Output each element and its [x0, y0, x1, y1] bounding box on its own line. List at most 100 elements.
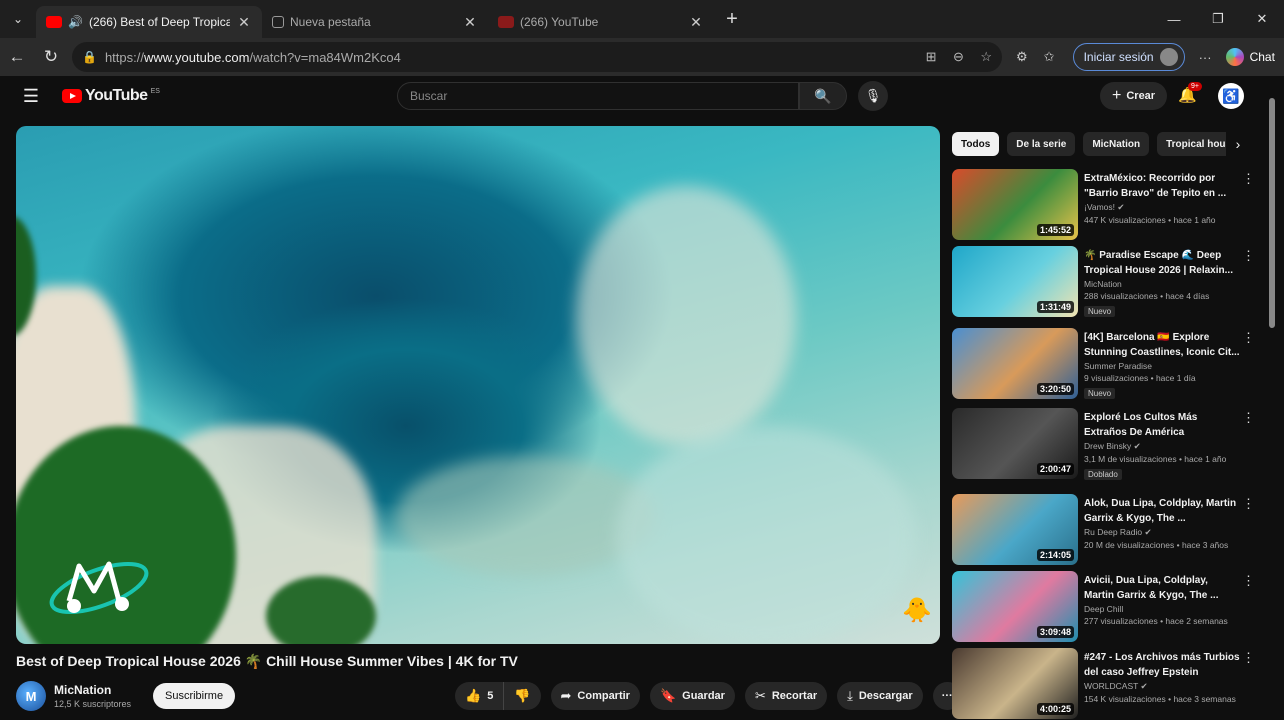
- recommendation-title[interactable]: #247 - Los Archivos más Turbios del caso…: [1084, 650, 1240, 680]
- extensions-icon[interactable]: ⚙: [1016, 49, 1028, 65]
- notifications-bell-icon[interactable]: 🔔 9+: [1178, 82, 1202, 104]
- like-count: 5: [487, 690, 494, 702]
- more-vertical-icon[interactable]: ⋮: [1242, 410, 1255, 426]
- recommendation-title[interactable]: Exploré Los Cultos Más Extraños De Améri…: [1084, 410, 1240, 440]
- recommendation-item[interactable]: 3:20:50 [4K] Barcelona 🇪🇸 Explore Stunnin…: [952, 328, 1255, 400]
- more-vertical-icon[interactable]: ⋮: [1242, 330, 1255, 346]
- recommendation-channel[interactable]: WORLDCAST ✔: [1084, 681, 1240, 692]
- video-player[interactable]: 🐥: [16, 126, 940, 644]
- recommendation-channel[interactable]: Drew Binsky ✔: [1084, 441, 1240, 452]
- plus-icon: +: [1112, 87, 1122, 104]
- recommendation-title[interactable]: 🌴 Paradise Escape 🌊 Deep Tropical House …: [1084, 248, 1240, 278]
- zoom-icon[interactable]: ⊖: [953, 49, 964, 64]
- bookmark-icon: 🔖: [659, 688, 677, 703]
- speaker-icon[interactable]: 🔊: [68, 15, 83, 29]
- video-frame-reef: [396, 456, 656, 576]
- app-available-icon[interactable]: ⊞: [926, 49, 937, 64]
- share-button[interactable]: ➦ Compartir: [550, 682, 640, 710]
- search-box[interactable]: [397, 82, 799, 110]
- recommendation-item[interactable]: 2:14:05 Alok, Dua Lipa, Coldplay, Martin …: [952, 494, 1255, 566]
- like-button[interactable]: 👍 5: [455, 682, 505, 710]
- copilot-icon: [1225, 48, 1244, 66]
- recommendation-item[interactable]: 1:31:49 🌴 Paradise Escape 🌊 Deep Tropical…: [952, 246, 1255, 318]
- create-label: Crear: [1126, 90, 1156, 102]
- recommendation-title[interactable]: Alok, Dua Lipa, Coldplay, Martin Garrix …: [1084, 496, 1240, 526]
- recommendation-title[interactable]: ExtraMéxico: Recorrido por "Barrio Bravo…: [1084, 171, 1240, 201]
- signin-button[interactable]: Iniciar sesión: [1072, 43, 1185, 71]
- hamburger-menu-icon[interactable]: ☰: [0, 86, 62, 107]
- recommendation-channel[interactable]: Deep Chill: [1084, 604, 1240, 614]
- recommendation-stats: 9 visualizaciones • hace 1 día: [1084, 373, 1196, 383]
- chip-all[interactable]: Todos: [952, 132, 1000, 156]
- recommendation-thumbnail[interactable]: 1:45:52: [952, 169, 1078, 240]
- new-tab-plus-icon[interactable]: +: [714, 8, 750, 31]
- more-vertical-icon[interactable]: ⋮: [1242, 248, 1255, 264]
- download-button[interactable]: ⤓ Descargar: [837, 682, 923, 710]
- favorites-icon[interactable]: ✩: [1044, 49, 1055, 65]
- tab-youtube-video[interactable]: 🔊 (266) Best of Deep Tropical House 2026…: [36, 6, 262, 38]
- recommendation-thumbnail[interactable]: 2:14:05: [952, 494, 1078, 565]
- more-vertical-icon[interactable]: ⋮: [1242, 650, 1255, 666]
- chip-series[interactable]: De la serie: [1007, 132, 1076, 156]
- recommendation-stats: 3,1 M de visualizaciones • hace 1 año: [1084, 454, 1227, 464]
- search-button[interactable]: 🔍: [799, 82, 847, 110]
- more-menu-icon[interactable]: ···: [1199, 50, 1212, 65]
- favorite-star-icon[interactable]: ☆: [980, 49, 992, 64]
- clip-label: Recortar: [771, 690, 818, 702]
- recommendation-thumbnail[interactable]: 4:00:25: [952, 648, 1078, 719]
- clip-button[interactable]: ✂ Recortar: [744, 682, 828, 710]
- restore-icon[interactable]: ❐: [1196, 0, 1240, 38]
- more-vertical-icon[interactable]: ⋮: [1242, 171, 1255, 187]
- recommendation-item[interactable]: 4:00:25 #247 - Los Archivos más Turbios d…: [952, 648, 1255, 720]
- recommendation-item[interactable]: 3:09:48 Avicii, Dua Lipa, Coldplay, Marti…: [952, 571, 1255, 643]
- recommendation-channel[interactable]: Summer Paradise: [1084, 361, 1240, 371]
- duration-badge: 1:31:49: [1036, 301, 1074, 313]
- page-scrollbar[interactable]: [1268, 90, 1276, 720]
- chat-button[interactable]: Chat: [1225, 48, 1275, 66]
- site-info-icon[interactable]: 🔒: [82, 50, 97, 64]
- reload-icon[interactable]: ↻: [34, 47, 68, 67]
- recommendation-channel[interactable]: ¡Vamos! ✔: [1084, 202, 1240, 213]
- tab-new-tab[interactable]: Nueva pestaña ✕: [262, 6, 488, 38]
- tab-close-icon[interactable]: ✕: [236, 14, 252, 31]
- channel-name: Ru Deep Radio: [1084, 527, 1143, 537]
- url-field[interactable]: 🔒 https://www.youtube.com/watch?v=ma84Wm…: [72, 42, 1002, 72]
- subscribe-button[interactable]: Suscribirme: [153, 683, 236, 709]
- youtube-logo[interactable]: YouTube ES: [62, 87, 160, 105]
- chip-channel[interactable]: MicNation: [1083, 132, 1150, 156]
- more-vertical-icon[interactable]: ⋮: [1242, 573, 1255, 589]
- recommendation-stats: 20 M de visualizaciones • hace 3 años: [1084, 540, 1229, 550]
- recommendation-item[interactable]: 2:00:47 Exploré Los Cultos Más Extraños D…: [952, 408, 1255, 480]
- voice-search-button[interactable]: 🎙: [858, 81, 888, 111]
- minimize-icon[interactable]: —: [1152, 0, 1196, 38]
- recommendation-thumbnail[interactable]: 2:00:47: [952, 408, 1078, 479]
- scrollbar-thumb[interactable]: [1269, 98, 1275, 328]
- dislike-button[interactable]: 👎: [504, 682, 541, 710]
- recommendation-item[interactable]: 1:45:52 ExtraMéxico: Recorrido por "Barri…: [952, 169, 1255, 241]
- recommendation-channel[interactable]: Ru Deep Radio ✔: [1084, 527, 1240, 538]
- more-vertical-icon[interactable]: ⋮: [1242, 496, 1255, 512]
- channel-name[interactable]: MicNation: [54, 683, 131, 697]
- save-button[interactable]: 🔖 Guardar: [649, 682, 735, 710]
- recommendation-thumbnail[interactable]: 3:20:50: [952, 328, 1078, 399]
- channel-avatar[interactable]: M: [16, 681, 46, 711]
- create-button[interactable]: + Crear: [1100, 82, 1168, 110]
- recommendation-thumbnail[interactable]: 3:09:48: [952, 571, 1078, 642]
- channel-name: Drew Binsky: [1084, 441, 1132, 451]
- recommendation-title[interactable]: Avicii, Dua Lipa, Coldplay, Martin Garri…: [1084, 573, 1240, 603]
- recommendation-channel[interactable]: MicNation: [1084, 279, 1240, 289]
- channel-name: ¡Vamos!: [1084, 202, 1116, 212]
- recommendation-title[interactable]: [4K] Barcelona 🇪🇸 Explore Stunning Coast…: [1084, 330, 1240, 360]
- search-icon: 🔍: [814, 87, 832, 104]
- user-avatar[interactable]: ♿: [1218, 83, 1244, 109]
- tab-close-icon[interactable]: ✕: [462, 14, 478, 31]
- chips-next-chevron-icon[interactable]: ›: [1226, 132, 1250, 156]
- tab-youtube-home[interactable]: (266) YouTube ✕: [488, 6, 714, 38]
- window-close-icon[interactable]: ✕: [1240, 0, 1284, 38]
- tab-list-chevron-icon[interactable]: ⌄: [0, 0, 36, 38]
- tab-close-icon[interactable]: ✕: [688, 14, 704, 31]
- back-arrow-icon[interactable]: ←: [0, 47, 34, 67]
- channel-info[interactable]: M MicNation 12,5 K suscriptores: [16, 681, 131, 711]
- search-input[interactable]: [410, 89, 798, 103]
- recommendation-thumbnail[interactable]: 1:31:49: [952, 246, 1078, 317]
